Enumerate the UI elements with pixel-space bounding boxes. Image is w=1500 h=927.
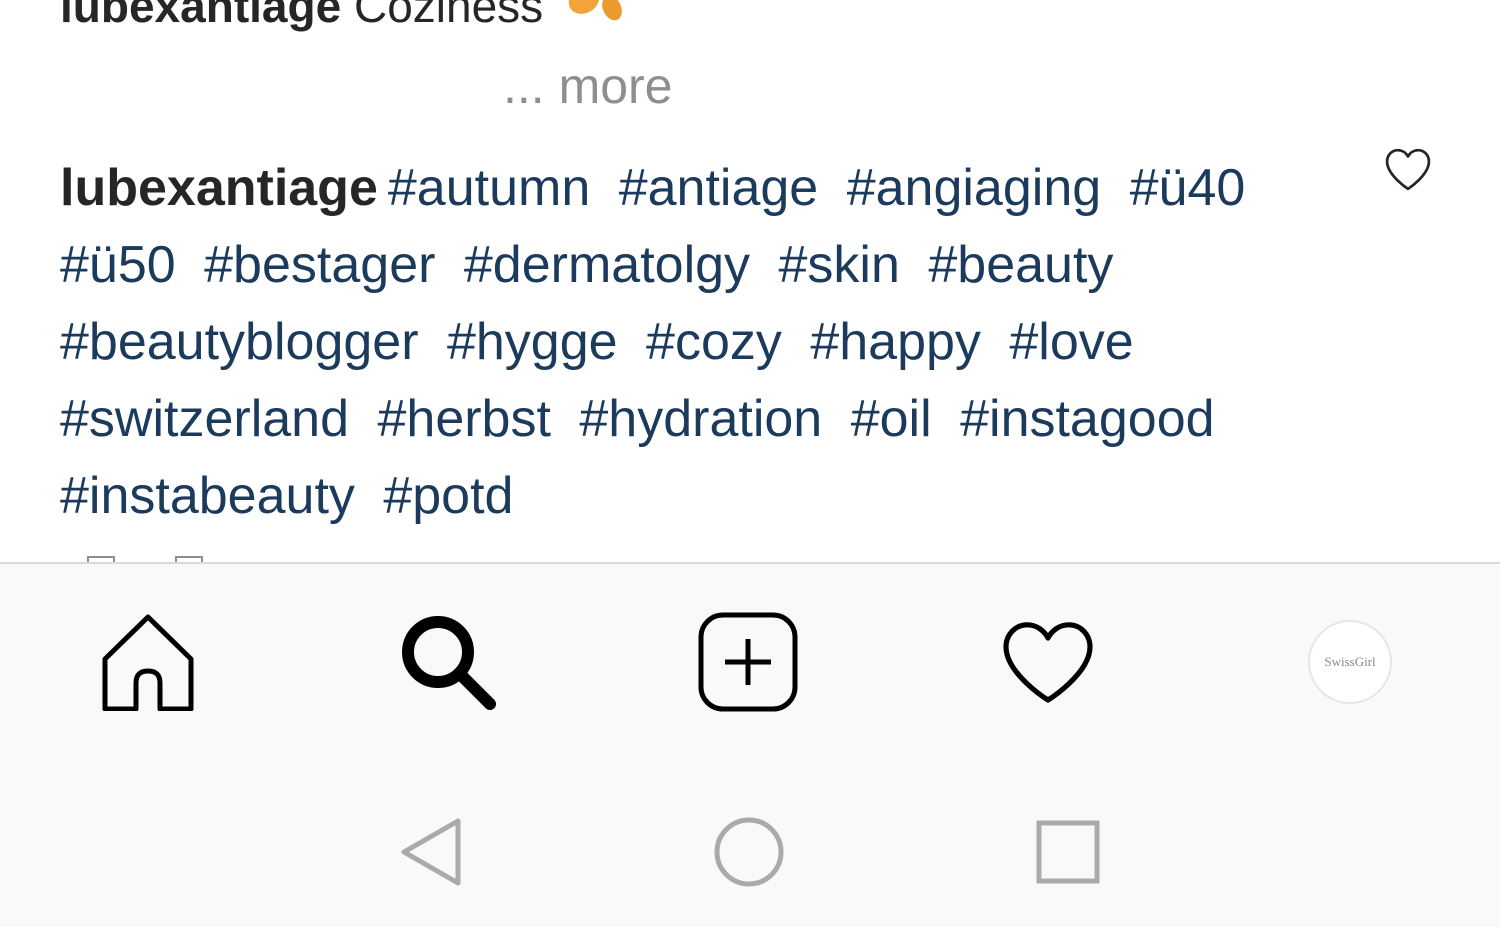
hashtag-link[interactable]: #beautyblogger <box>60 313 419 371</box>
hashtag-link[interactable]: #oil <box>851 390 932 448</box>
hashtag-link[interactable]: #cozy <box>646 313 782 371</box>
system-navigation-bar <box>0 752 1500 927</box>
hashtag-link[interactable]: #hydration <box>579 390 822 448</box>
profile-avatar: SwissGirl <box>1308 620 1392 704</box>
caption-text: Coziness <box>353 0 544 32</box>
hashtag-link[interactable]: #herbst <box>377 390 550 448</box>
hashtag-link[interactable]: #instabeauty <box>60 467 355 525</box>
heart-icon <box>1003 622 1093 703</box>
caption-username[interactable]: lubexantiage <box>60 0 341 32</box>
falling-leaves-icon <box>562 0 628 40</box>
hashtag-link[interactable]: #beauty <box>928 236 1113 294</box>
hashtag-link[interactable]: #antiage <box>619 159 819 217</box>
recents-button[interactable] <box>1028 812 1108 892</box>
hashtag-link[interactable]: #love <box>1009 313 1133 371</box>
clipped-comment-row <box>58 552 218 562</box>
hashtag-link[interactable]: #autumn <box>388 159 590 217</box>
more-link[interactable]: ... more <box>503 58 672 114</box>
tab-profile[interactable]: SwissGirl <box>1300 612 1400 712</box>
comment-like-heart-icon[interactable] <box>1382 146 1434 192</box>
hashtag-link[interactable]: #bestager <box>204 236 435 294</box>
search-icon <box>402 616 496 710</box>
hashtag-link[interactable]: #ü40 <box>1130 159 1246 217</box>
hashtag-link[interactable]: #happy <box>810 313 981 371</box>
hashtag-link[interactable]: #potd <box>383 467 513 525</box>
post-feed: lubexantiage Coziness ... more lubexanti… <box>0 0 1500 562</box>
new-post-icon <box>698 612 798 712</box>
comment-username[interactable]: lubexantiage <box>60 159 378 217</box>
recents-square-icon <box>1036 820 1100 884</box>
hashtag-link[interactable]: #skin <box>779 236 900 294</box>
bottom-tab-bar: SwissGirl <box>0 562 1500 754</box>
hashtag-link[interactable]: #angiaging <box>847 159 1101 217</box>
hashtag-link[interactable]: #hygge <box>447 313 618 371</box>
tab-new-post[interactable] <box>698 612 798 712</box>
hashtag-link[interactable]: #switzerland <box>60 390 349 448</box>
hashtag-link[interactable]: #ü50 <box>60 236 176 294</box>
back-triangle-icon <box>401 818 461 886</box>
hashtag-link[interactable]: #instagood <box>960 390 1214 448</box>
tab-activity[interactable] <box>998 612 1098 712</box>
home-button[interactable] <box>709 812 789 892</box>
home-circle-icon <box>714 817 784 887</box>
tab-search[interactable] <box>398 612 498 712</box>
hashtag-link[interactable]: #dermatolgy <box>464 236 750 294</box>
avatar-logo-text: SwissGirl <box>1324 654 1376 669</box>
tab-home[interactable] <box>98 612 198 712</box>
comment: lubexantiage #autumn #antiage #angiaging … <box>60 150 1320 535</box>
back-button[interactable] <box>390 812 470 892</box>
post-caption: lubexantiage Coziness <box>60 0 628 40</box>
home-icon <box>102 614 194 711</box>
